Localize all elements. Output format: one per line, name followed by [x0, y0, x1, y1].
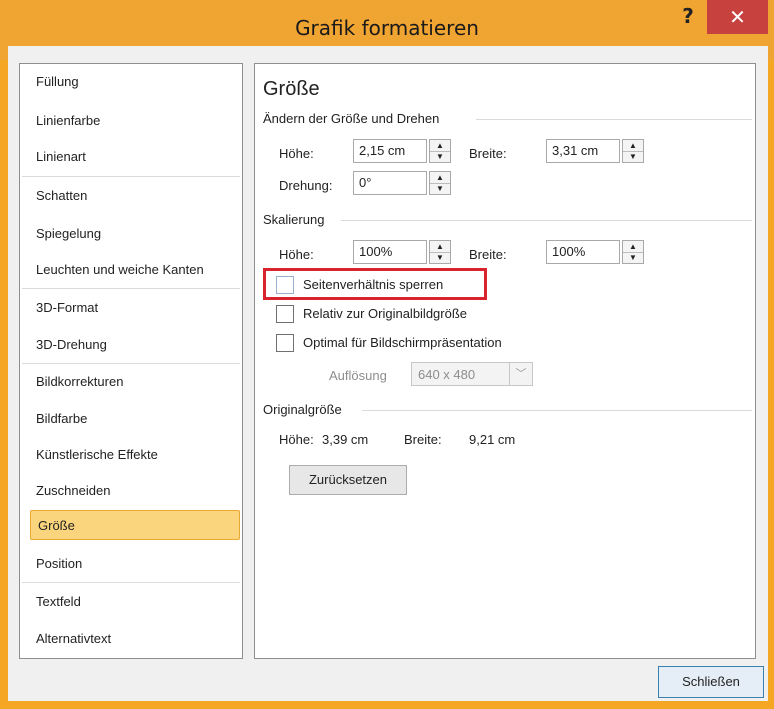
scale-width-spinner[interactable]: ▲ ▼	[622, 240, 644, 264]
nav-item-spiegelung[interactable]: Spiegelung	[22, 219, 240, 249]
resolution-value: 640 x 480	[418, 367, 476, 382]
nav-item-schatten[interactable]: Schatten	[22, 181, 240, 211]
spin-down-icon[interactable]: ▼	[623, 252, 643, 263]
lock-aspect-checkbox[interactable]	[276, 276, 294, 294]
nav-item-3d-format[interactable]: 3D-Format	[22, 293, 240, 323]
original-width-label: Breite:	[404, 432, 442, 447]
relative-size-checkbox[interactable]	[276, 305, 294, 323]
nav-item-bildfarbe[interactable]: Bildfarbe	[22, 404, 240, 434]
width-label: Breite:	[469, 146, 507, 161]
original-height-value: 3,39 cm	[322, 432, 369, 447]
resolution-select[interactable]: 640 x 480 ﹀	[411, 362, 533, 386]
scale-height-input[interactable]: 100%	[353, 240, 427, 264]
original-height-label: Höhe:	[279, 432, 314, 447]
height-label: Höhe:	[279, 146, 314, 161]
section-divider	[341, 220, 752, 221]
spin-down-icon[interactable]: ▼	[623, 151, 643, 162]
nav-divider	[22, 176, 240, 177]
width-input[interactable]: 3,31 cm	[546, 139, 620, 163]
section-scale: Skalierung	[263, 212, 325, 227]
section-divider	[476, 119, 752, 120]
best-scale-checkbox[interactable]	[276, 334, 294, 352]
nav-divider	[22, 363, 240, 364]
nav-divider	[22, 582, 240, 583]
category-list: Füllung Linienfarbe Linienart Schatten S…	[19, 63, 243, 659]
spin-down-icon[interactable]: ▼	[430, 252, 450, 263]
close-icon[interactable]: ✕	[707, 0, 768, 34]
spin-down-icon[interactable]: ▼	[430, 183, 450, 194]
height-input[interactable]: 2,15 cm	[353, 139, 427, 163]
chevron-down-icon[interactable]: ﹀	[509, 363, 532, 385]
nav-item-textfeld[interactable]: Textfeld	[22, 587, 240, 617]
rotation-input[interactable]: 0°	[353, 171, 427, 195]
dialog-window: Grafik formatieren ? ✕ Füllung Linienfar…	[0, 0, 774, 709]
help-icon[interactable]: ?	[676, 4, 700, 28]
resolution-label: Auflösung	[329, 368, 387, 383]
lock-aspect-label[interactable]: Seitenverhältnis sperren	[303, 277, 443, 292]
scale-height-spinner[interactable]: ▲ ▼	[429, 240, 451, 264]
nav-item-leuchten[interactable]: Leuchten und weiche Kanten	[22, 255, 240, 285]
nav-divider	[22, 288, 240, 289]
scale-width-label: Breite:	[469, 247, 507, 262]
nav-item-zuschneiden[interactable]: Zuschneiden	[22, 476, 240, 506]
nav-item-position[interactable]: Position	[22, 549, 240, 579]
section-divider	[362, 410, 752, 411]
rotation-spinner[interactable]: ▲ ▼	[429, 171, 451, 195]
scale-height-label: Höhe:	[279, 247, 314, 262]
close-button[interactable]: Schließen	[658, 666, 764, 698]
nav-item-alternativtext[interactable]: Alternativtext	[22, 624, 240, 654]
section-original-size: Originalgröße	[263, 402, 342, 417]
rotation-label: Drehung:	[279, 178, 333, 193]
nav-item-groesse[interactable]: Größe	[30, 510, 240, 540]
section-size-rotate: Ändern der Größe und Drehen	[263, 111, 440, 126]
nav-item-kuenstlerische-effekte[interactable]: Künstlerische Effekte	[22, 440, 240, 470]
nav-item-3d-drehung[interactable]: 3D-Drehung	[22, 330, 240, 360]
window-title: Grafik formatieren	[295, 16, 479, 40]
spin-down-icon[interactable]: ▼	[430, 151, 450, 162]
best-scale-label[interactable]: Optimal für Bildschirmpräsentation	[303, 335, 502, 350]
nav-item-fuellung[interactable]: Füllung	[22, 67, 240, 97]
nav-item-linienfarbe[interactable]: Linienfarbe	[22, 106, 240, 136]
panel-title: Größe	[263, 78, 320, 100]
scale-width-input[interactable]: 100%	[546, 240, 620, 264]
reset-button[interactable]: Zurücksetzen	[289, 465, 407, 495]
nav-item-linienart[interactable]: Linienart	[22, 142, 240, 172]
width-spinner[interactable]: ▲ ▼	[622, 139, 644, 163]
relative-size-label[interactable]: Relativ zur Originalbildgröße	[303, 306, 467, 321]
nav-item-bildkorrekturen[interactable]: Bildkorrekturen	[22, 367, 240, 397]
height-spinner[interactable]: ▲ ▼	[429, 139, 451, 163]
original-width-value: 9,21 cm	[469, 432, 516, 447]
